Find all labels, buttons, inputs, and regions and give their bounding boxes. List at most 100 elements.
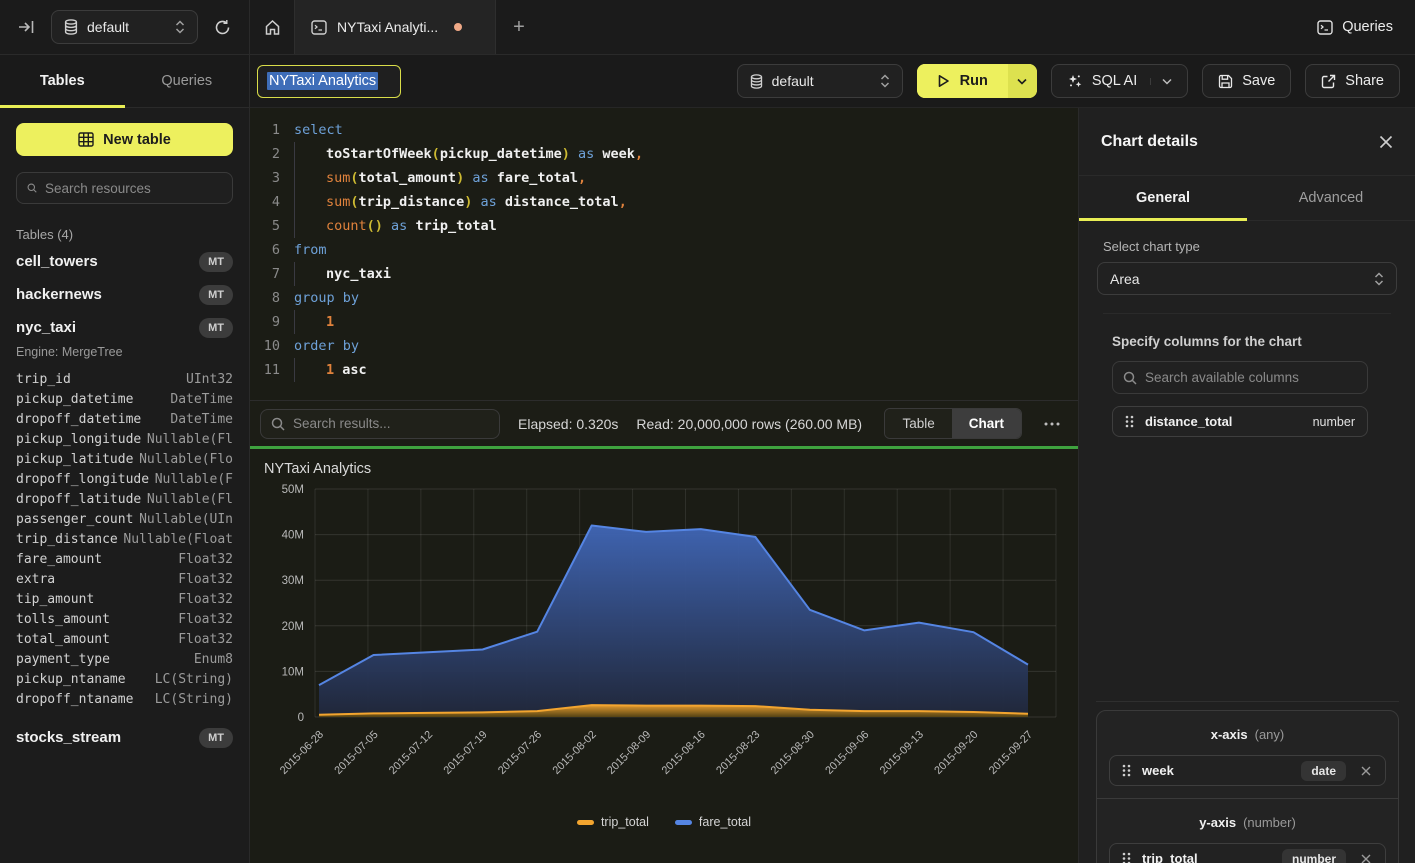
panel-divider (1103, 313, 1391, 314)
collapse-sidebar-button[interactable] (14, 15, 39, 39)
column-chip-name: trip_total (1142, 851, 1271, 863)
column-type: Float32 (178, 572, 233, 587)
database-selector-toolbar[interactable]: default (737, 64, 903, 98)
x-tick-label: 2015-08-23 (714, 729, 762, 777)
table-row[interactable]: hackernewsMT (16, 278, 233, 311)
more-options-button[interactable] (1040, 422, 1064, 426)
sidebar-tab-tables[interactable]: Tables (0, 55, 125, 107)
share-button[interactable]: Share (1305, 64, 1400, 98)
refresh-button[interactable] (210, 15, 235, 40)
column-type: Nullable(Fl (147, 432, 233, 447)
query-title-input[interactable]: NYTaxi Analytics (257, 65, 401, 98)
new-table-button[interactable]: New table (16, 123, 233, 156)
remove-column-button[interactable] (1357, 764, 1375, 778)
chart-type-select[interactable]: Area (1097, 262, 1397, 295)
sql-code: sum(trip_distance) as distance_total, (294, 190, 627, 214)
column-name: extra (16, 572, 55, 587)
chart-type-value: Area (1110, 271, 1365, 287)
column-name: dropoff_longitude (16, 472, 149, 487)
sql-editor[interactable]: 1select2toStartOfWeek(pickup_datetime) a… (250, 108, 1078, 400)
x-tick-label: 2015-07-26 (496, 729, 544, 777)
column-row: trip_distanceNullable(Float (16, 529, 233, 549)
sql-token (570, 146, 578, 162)
sql-ai-label: SQL AI (1092, 73, 1137, 89)
legend-swatch (675, 820, 692, 825)
panel-tab-general[interactable]: General (1079, 176, 1247, 220)
sidebar-search[interactable] (16, 172, 233, 204)
query-toolbar: NYTaxi Analytics default Run SQL AI (250, 55, 1415, 108)
columns-section: Specify columns for the chart distance_t… (1112, 334, 1368, 437)
columns-search-input[interactable] (1145, 370, 1357, 385)
column-row: pickup_datetimeDateTime (16, 389, 233, 409)
x-tick-label: 2015-06-28 (278, 729, 326, 777)
updown-chevron-icon (1374, 272, 1384, 286)
column-type: Nullable(Fl (147, 492, 233, 507)
sql-token: trip_distance (359, 194, 465, 210)
remove-column-button[interactable] (1357, 852, 1375, 863)
columns-search[interactable] (1112, 361, 1368, 394)
column-chip[interactable]: distance_totalnumber (1112, 406, 1368, 437)
sidebar-search-input[interactable] (45, 181, 222, 196)
sql-token: ( (350, 170, 358, 186)
chart-area: NYTaxi Analytics 010M20M30M40M50M2015-06… (250, 449, 1078, 863)
column-type: Float32 (178, 552, 233, 567)
y-axis-section: y-axis(number) trip_totalnumberfare_tota… (1097, 799, 1398, 863)
column-type: Float32 (178, 632, 233, 647)
sql-token: select (294, 122, 343, 138)
run-label: Run (960, 73, 988, 89)
chevron-down-icon (1162, 78, 1172, 85)
run-button-group: Run (917, 64, 1037, 98)
sql-token: () (367, 218, 383, 234)
engine-badge: MT (199, 318, 233, 338)
sql-console-app: default NYTaxi Analyti... + Queries (0, 0, 1415, 863)
sparkles-icon (1067, 73, 1083, 89)
x-axis-hint: (any) (1255, 727, 1285, 742)
results-search[interactable] (260, 409, 500, 439)
series-area-fare_total (319, 526, 1028, 718)
tab-nytaxi-analytics[interactable]: NYTaxi Analyti... (294, 0, 496, 54)
column-chip[interactable]: weekdate (1109, 755, 1386, 786)
home-tab-button[interactable] (250, 0, 294, 54)
x-tick-label: 2015-08-02 (551, 729, 599, 777)
database-selector-sidebar[interactable]: default (51, 10, 198, 44)
column-type: UInt32 (186, 372, 233, 387)
sql-line: 3sum(total_amount) as fare_total, (250, 166, 1078, 190)
sidebar-tab-queries[interactable]: Queries (125, 55, 250, 107)
x-tick-label: 2015-08-16 (660, 729, 708, 777)
sql-token (294, 166, 326, 190)
column-chip-name: week (1142, 763, 1290, 778)
sql-token (294, 190, 326, 214)
collapse-arrow-icon (18, 19, 35, 35)
sql-token: as (480, 194, 496, 210)
sql-token: asc (342, 362, 366, 378)
close-panel-button[interactable] (1379, 135, 1393, 149)
table-row[interactable]: cell_towersMT (16, 245, 233, 278)
tables-list: cell_towersMThackernewsMTnyc_taxiMTEngin… (16, 245, 233, 754)
new-tab-button[interactable]: + (496, 0, 542, 54)
run-button[interactable]: Run (917, 64, 1008, 98)
panel-tab-advanced[interactable]: Advanced (1247, 176, 1415, 220)
run-options-button[interactable] (1008, 64, 1037, 98)
sql-line: 6from (250, 238, 1078, 262)
y-tick-label: 20M (282, 621, 304, 633)
save-button[interactable]: Save (1202, 64, 1291, 98)
column-type: Float32 (178, 612, 233, 627)
sql-line: 2toStartOfWeek(pickup_datetime) as week, (250, 142, 1078, 166)
column-chip[interactable]: trip_totalnumber (1109, 843, 1386, 863)
column-type: Float32 (178, 592, 233, 607)
x-tick-label: 2015-08-09 (605, 729, 653, 777)
sql-code: order by (294, 334, 359, 358)
table-row[interactable]: stocks_streamMT (16, 721, 233, 754)
sql-ai-button[interactable]: SQL AI (1051, 64, 1188, 98)
legend-item[interactable]: trip_total (577, 815, 649, 829)
sql-ai-options[interactable] (1150, 78, 1172, 85)
legend-item[interactable]: fare_total (675, 815, 751, 829)
x-axis-header: x-axis(any) (1109, 721, 1386, 750)
sql-token: ( (350, 194, 358, 210)
results-search-input[interactable] (293, 416, 489, 431)
sql-code: from (294, 238, 327, 262)
table-row[interactable]: nyc_taxiMT (16, 311, 233, 344)
view-table-button[interactable]: Table (885, 409, 951, 438)
queries-button[interactable]: Queries (1317, 19, 1393, 35)
view-chart-button[interactable]: Chart (952, 409, 1021, 438)
